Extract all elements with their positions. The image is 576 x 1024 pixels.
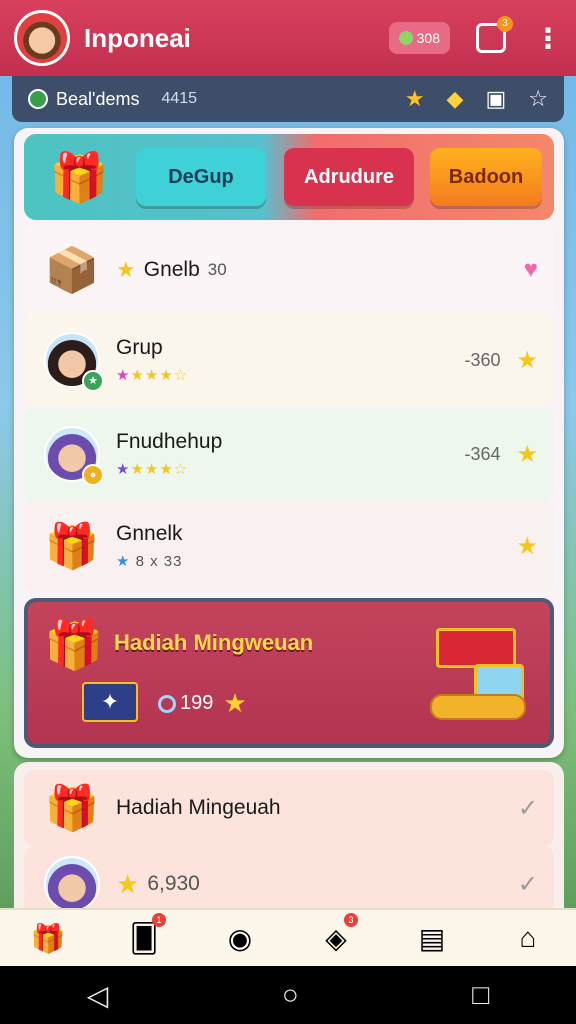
app-title: Inponeai	[84, 22, 191, 53]
gift-icon: 🎁	[49, 151, 109, 205]
home-icon: ⌂	[519, 922, 537, 953]
star-icon[interactable]: ★	[516, 346, 538, 375]
coin-icon	[398, 31, 413, 45]
tab-badoon[interactable]: Badoon	[430, 148, 542, 206]
player-avatar	[40, 852, 104, 916]
star-icon[interactable]: ★	[516, 440, 538, 469]
coin-balance: 308	[416, 30, 440, 46]
avatar: ★	[44, 332, 104, 392]
points-ring-icon	[158, 694, 176, 713]
list-item[interactable]: ● Fnudhehup ★★★★☆ -364 ★	[24, 408, 554, 500]
list-item-title: Gnnelk	[116, 522, 183, 545]
list-item-meta: ★ 8 x 33	[116, 553, 183, 570]
nav-badge: 1	[152, 913, 166, 927]
nav-badge: 3	[344, 913, 358, 927]
weekly-points-value: 199	[180, 692, 214, 714]
bottom-navigation: 🎁 🂠 1 ◉ ◈ 3 ▤ ⌂	[0, 908, 576, 966]
heart-icon[interactable]: ♥	[524, 256, 538, 284]
weekly-points: 199 ★	[158, 688, 247, 719]
list-item-meta-text: 8 x 33	[135, 553, 183, 570]
gem-icon[interactable]: ◆	[447, 86, 464, 112]
treasure-box-icon: 📦	[44, 246, 100, 295]
weekly-reward-card[interactable]: 🎁 Hadiah Mingweuan ✦ 199 ★	[24, 598, 554, 748]
status-count: 4415	[161, 90, 198, 107]
rating-stars: ★★★★☆	[116, 461, 189, 478]
nav-coins[interactable]: ◉	[210, 913, 270, 963]
avatar[interactable]	[14, 10, 70, 66]
tab-degup[interactable]: DeGup	[136, 148, 266, 206]
nav-chest[interactable]: ▤	[402, 913, 462, 963]
gem-icon: ◈	[325, 922, 347, 954]
list-item-title: Grup	[116, 336, 163, 359]
list-item-title: 6,930	[147, 872, 200, 895]
gift-box-icon: 🎁	[44, 522, 100, 571]
list-item-title: Hadiah Mingeuah	[116, 796, 281, 819]
gift-icon: 🎁	[44, 784, 100, 833]
main-panel: 🎁 DeGup Adrudure Badoon 📦 ★ Gnelb 30 ♥ ★…	[14, 128, 564, 758]
favorite-outline-icon[interactable]: ☆	[528, 86, 548, 112]
gift-icon: 🎁	[44, 619, 104, 672]
nav-gems[interactable]: ◈ 3	[306, 913, 366, 963]
list-item[interactable]: ★ Grup ★★★★☆ -360 ★	[24, 314, 554, 406]
coin-balance-chip[interactable]: 308	[388, 22, 450, 54]
card-icon: 🂠	[129, 922, 159, 954]
recents-icon[interactable]: □	[472, 979, 489, 1011]
list-item[interactable]: 🎁 Gnnelk ★ 8 x 33 ★	[24, 500, 554, 592]
player-avatar: ★	[40, 328, 104, 392]
list-item-title: Fnudhehup	[116, 430, 223, 453]
star-icon[interactable]: ★	[516, 532, 538, 561]
treasure-chest-icon	[430, 614, 530, 726]
inbox-icon[interactable]: ▣	[485, 86, 506, 112]
level-badge: ●	[82, 464, 104, 486]
star-icon: ★	[116, 868, 140, 899]
star-icon: ★	[223, 688, 247, 718]
tab-adrudure[interactable]: Adrudure	[284, 148, 414, 206]
category-tabs: 🎁 DeGup Adrudure Badoon	[24, 134, 554, 220]
avatar: ●	[44, 426, 104, 486]
list-item[interactable]: 📦 ★ Gnelb 30 ♥	[24, 224, 554, 316]
chest-icon: ▤	[418, 922, 446, 954]
mystery-box-icon: ✦	[82, 682, 138, 722]
list-item-value: -360	[464, 349, 501, 370]
notification-button[interactable]: 3	[476, 16, 513, 53]
gift-icon: 🎁	[30, 922, 66, 954]
status-label: Beal'dems	[56, 88, 140, 109]
check-icon[interactable]: ✓	[518, 794, 538, 823]
home-circle-icon[interactable]: ○	[282, 979, 299, 1011]
weekly-reward-title: Hadiah Mingweuan	[114, 630, 314, 655]
check-icon[interactable]: ✓	[518, 870, 538, 899]
secondary-panel: 🎁 Hadiah Mingeuah ✓ ★ 6,930 ✓	[14, 762, 564, 922]
coin-icon: ◉	[227, 922, 253, 954]
player-avatar: ●	[40, 422, 104, 486]
more-menu-icon[interactable]: ⋮	[534, 22, 562, 55]
top-app-bar: Inponeai 308 3 ⋮	[0, 0, 576, 76]
level-badge: ★	[82, 370, 104, 392]
star-icon[interactable]: ★	[405, 86, 425, 112]
nav-gift[interactable]: 🎁	[18, 913, 78, 963]
list-item-value: -364	[464, 443, 501, 464]
back-icon[interactable]: ◁	[87, 979, 109, 1012]
notification-badge: 3	[497, 16, 513, 32]
list-item[interactable]: 🎁 Hadiah Mingeuah ✓	[24, 770, 554, 846]
avatar	[44, 856, 100, 912]
list-item-sub: 30	[207, 260, 227, 279]
shield-icon	[28, 89, 48, 109]
system-navigation-bar: ◁ ○ □	[0, 966, 576, 1024]
status-strip: Beal'dems 4415 ★ ◆ ▣ ☆	[12, 76, 564, 122]
star-icon: ★	[116, 257, 136, 282]
list-item-title: Gnelb	[143, 258, 200, 281]
rating-stars: ★★★★☆	[116, 367, 189, 384]
nav-cards[interactable]: 🂠 1	[114, 913, 174, 963]
nav-home[interactable]: ⌂	[498, 913, 558, 963]
